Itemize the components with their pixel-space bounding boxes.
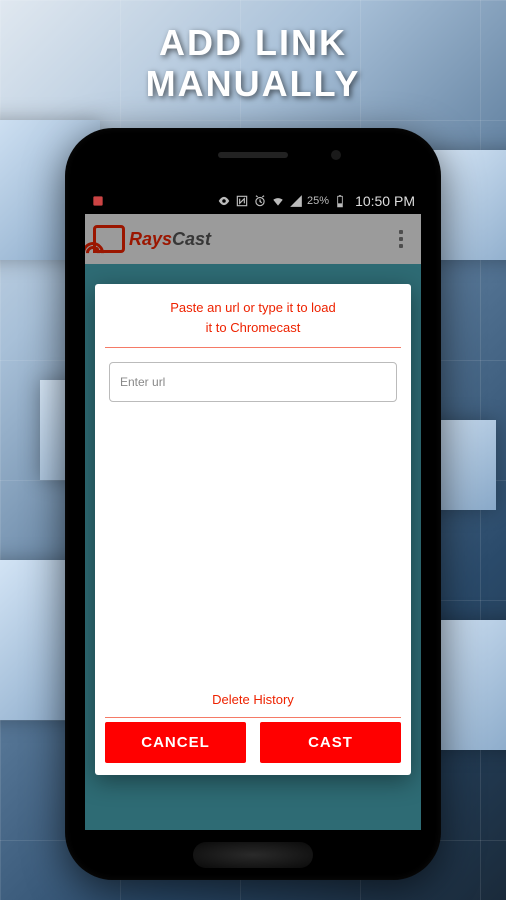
phone-frame: 25% 10:50 PM RaysCast Paste an url or ty…: [65, 128, 441, 880]
dialog-title-line1: Paste an url or type it to load: [105, 298, 401, 318]
cast-icon: [93, 225, 125, 253]
battery-icon: [333, 194, 347, 208]
dialog-divider: [105, 347, 401, 348]
app-title-prefix: Rays: [129, 229, 172, 249]
url-input[interactable]: Enter url: [109, 362, 397, 402]
phone-screen: 25% 10:50 PM RaysCast Paste an url or ty…: [85, 188, 421, 830]
cast-button[interactable]: CAST: [260, 722, 401, 763]
notification-icon: [91, 194, 105, 208]
promo-heading-line2: MANUALLY: [0, 63, 506, 104]
signal-icon: [289, 194, 303, 208]
nfc-icon: [235, 194, 249, 208]
eye-icon: [217, 194, 231, 208]
wifi-icon: [271, 194, 285, 208]
dialog-title-line2: it to Chromecast: [105, 318, 401, 338]
dialog-button-row: CANCEL CAST: [105, 722, 401, 763]
dialog-backdrop: Paste an url or type it to load it to Ch…: [85, 264, 421, 830]
cancel-button[interactable]: CANCEL: [105, 722, 246, 763]
alarm-icon: [253, 194, 267, 208]
add-link-dialog: Paste an url or type it to load it to Ch…: [95, 284, 411, 775]
delete-history-link[interactable]: Delete History: [105, 682, 401, 717]
status-clock: 10:50 PM: [355, 193, 415, 209]
promo-heading-line1: ADD LINK: [0, 22, 506, 63]
dialog-divider-bottom: [105, 717, 401, 718]
battery-percent: 25%: [307, 195, 329, 207]
dialog-history-area: [105, 402, 401, 682]
dialog-title: Paste an url or type it to load it to Ch…: [105, 298, 401, 347]
status-left: [91, 194, 105, 208]
app-toolbar: RaysCast: [85, 214, 421, 264]
app-title-suffix: Cast: [172, 229, 211, 249]
promo-heading: ADD LINK MANUALLY: [0, 0, 506, 105]
app-title: RaysCast: [129, 229, 211, 250]
android-statusbar: 25% 10:50 PM: [85, 188, 421, 214]
overflow-menu-button[interactable]: [389, 225, 413, 253]
phone-home-button: [193, 842, 313, 868]
